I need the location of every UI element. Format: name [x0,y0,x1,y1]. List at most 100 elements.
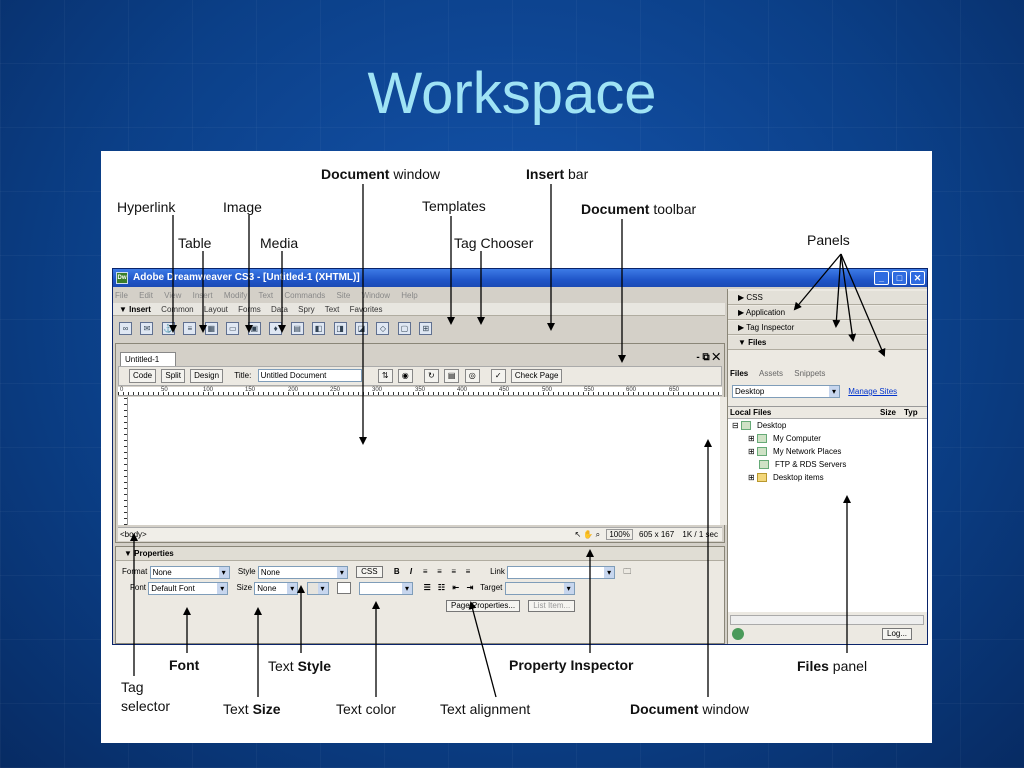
align-center-icon[interactable]: ≡ [433,565,445,579]
select-tool-icon[interactable]: ↖ [574,530,581,539]
text-color-input[interactable] [358,581,413,595]
files-horizontal-scrollbar[interactable] [730,615,924,625]
insert-tab-data[interactable]: Data [271,305,288,314]
menu-view[interactable]: View [164,291,181,300]
menu-file[interactable]: File [115,291,128,300]
refresh-icon[interactable]: ↻ [423,368,439,383]
view-options-icon[interactable]: ▤ [443,368,460,383]
zoom-select[interactable]: 100% [606,529,633,540]
italic-icon[interactable]: I [405,565,417,579]
snippets-tab[interactable]: Snippets [794,369,825,378]
close-icon[interactable]: ✕ [910,271,925,285]
panel-files[interactable]: ▼ Files [728,336,927,350]
expand-icon[interactable]: ⊞ [748,473,755,482]
head-icon[interactable]: ◪ [354,322,368,335]
named-anchor-icon[interactable]: ⚓ [161,322,175,335]
insert-bar-header[interactable]: ▼ Insert [119,305,151,314]
local-files-column[interactable]: Local Files [730,408,771,417]
zoom-tool-icon[interactable]: ⌕ [596,530,600,539]
list-item-button[interactable]: List Item... [528,599,576,612]
expand-icon[interactable]: ⊞ [748,447,755,456]
assets-tab[interactable]: Assets [759,369,783,378]
tag-selector[interactable]: <body> [120,530,147,539]
font-select[interactable]: Default Font [148,581,229,595]
menu-insert[interactable]: Insert [193,291,213,300]
bold-icon[interactable]: B [391,565,403,579]
document-window-controls[interactable]: - ⧉ ✕ [696,352,720,363]
properties-header[interactable]: ▼ Properties [116,547,724,561]
insert-tab-favorites[interactable]: Favorites [350,305,383,314]
horizontal-rule-icon[interactable]: ≡ [183,322,197,335]
panel-tag-inspector[interactable]: ▶ Tag Inspector [728,321,927,335]
file-management-icon[interactable]: ⇅ [377,368,393,383]
menu-help[interactable]: Help [401,291,417,300]
menu-site[interactable]: Site [337,291,351,300]
list-item[interactable]: FTP & RDS Servers [728,458,927,471]
visual-aids-icon[interactable]: ◎ [464,368,480,383]
server-side-include-icon[interactable]: ◧ [312,322,326,335]
list-item[interactable]: ⊟ Desktop [728,419,927,432]
list-item[interactable]: ⊞ My Network Places [728,445,927,458]
preview-browser-icon[interactable]: ◉ [397,368,413,383]
files-tab[interactable]: Files [730,369,748,378]
date-icon[interactable]: ▤ [290,322,304,335]
check-page-button[interactable]: Check Page [510,368,563,383]
minimize-icon[interactable]: _ [874,271,889,285]
css-button[interactable]: CSS [356,566,383,578]
insert-tab-layout[interactable]: Layout [204,305,228,314]
expand-icon[interactable]: ⊞ [748,434,755,443]
menu-text[interactable]: Text [258,291,273,300]
page-properties-button[interactable]: Page Properties... [446,599,521,612]
split-view-button[interactable]: Split [161,368,185,383]
menu-commands[interactable]: Commands [284,291,325,300]
insert-tab-spry[interactable]: Spry [298,305,314,314]
menu-modify[interactable]: Modify [224,291,248,300]
document-title-input[interactable]: Untitled Document [257,369,362,383]
document-tab[interactable]: Untitled-1 [120,352,176,366]
list-item[interactable]: ⊞ Desktop items [728,471,927,484]
type-column[interactable]: Typ [904,407,918,419]
text-color-swatch[interactable] [336,582,351,594]
menu-window[interactable]: Window [362,291,390,300]
list-item[interactable]: ⊞ My Computer [728,432,927,445]
panel-application[interactable]: ▶ Application [728,306,927,320]
indent-icon[interactable]: ⇥ [464,581,476,595]
layer-icon[interactable]: ▭ [226,322,240,335]
code-view-button[interactable]: Code [129,368,157,383]
insert-tab-text[interactable]: Text [325,305,340,314]
tag-chooser-icon[interactable]: ⊞ [419,322,433,335]
log-button[interactable]: Log... [882,628,913,640]
templates-icon[interactable]: ▢ [397,322,411,335]
design-canvas[interactable] [128,397,722,525]
email-link-icon[interactable]: ✉ [140,322,154,335]
menu-edit[interactable]: Edit [139,291,153,300]
browse-folder-icon[interactable]: 🗀 [623,567,631,576]
validate-markup-icon[interactable]: ✓ [490,368,506,383]
hand-tool-icon[interactable]: ✋ [583,530,593,539]
maximize-icon[interactable]: □ [892,271,907,285]
media-icon[interactable]: ♦ [269,322,283,335]
insert-tab-common[interactable]: Common [161,305,193,314]
design-view-button[interactable]: Design [190,368,224,383]
size-select[interactable]: None [254,581,299,595]
site-select[interactable]: Desktop [732,385,840,399]
table-icon[interactable]: ▦ [204,322,218,335]
insert-tab-forms[interactable]: Forms [238,305,261,314]
manage-sites-link[interactable]: Manage Sites [848,387,897,396]
align-left-icon[interactable]: ≡ [419,565,431,579]
size-column[interactable]: Size [880,407,896,419]
image-icon[interactable]: ▣ [247,322,261,335]
hyperlink-icon[interactable]: ∞ [119,322,132,335]
format-select[interactable]: None [149,565,230,579]
unordered-list-icon[interactable]: ☰ [421,581,433,595]
align-right-icon[interactable]: ≡ [448,565,460,579]
ordered-list-icon[interactable]: ☷ [435,581,447,595]
panel-css[interactable]: ▶ CSS [728,291,927,305]
window-size[interactable]: 605 x 167 [639,530,674,539]
collapse-icon[interactable]: ⊟ [732,421,739,430]
align-justify-icon[interactable]: ≡ [462,565,474,579]
link-input[interactable] [507,565,616,579]
style-select[interactable]: None [257,565,348,579]
comment-icon[interactable]: ◨ [333,322,347,335]
target-select[interactable] [504,581,575,595]
